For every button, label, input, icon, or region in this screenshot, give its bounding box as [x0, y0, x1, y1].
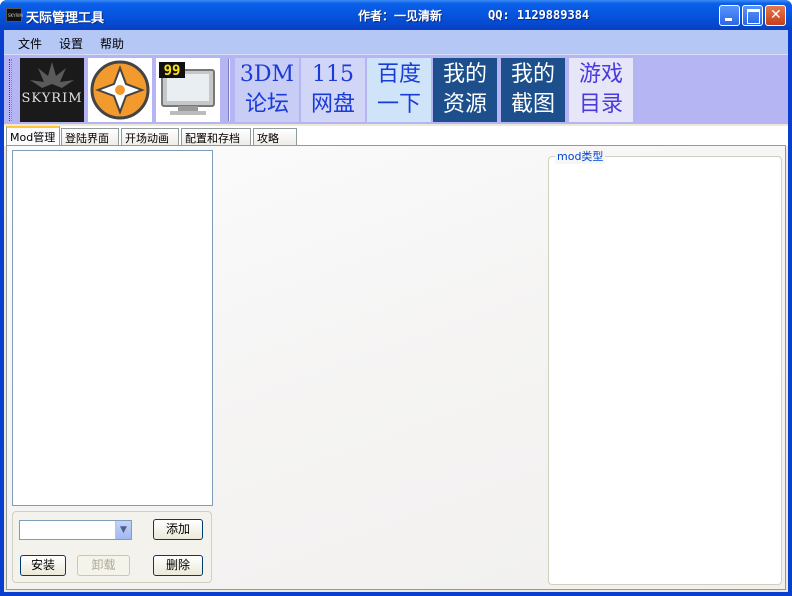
menu-bar: 文件 设置 帮助 [4, 30, 788, 54]
mod-combo[interactable]: ▼ [19, 520, 132, 540]
link-baidu[interactable]: 百度 一下 [367, 58, 431, 122]
mod-actions-group: ▼ 添加 安装 卸载 删除 [12, 511, 212, 583]
mod-list[interactable] [12, 150, 213, 506]
nexus-logo-icon [90, 60, 150, 120]
tab-mod-manage[interactable]: Mod管理 [6, 126, 60, 146]
monitor-badge-text: 99 [164, 63, 181, 79]
link-115-line2: 网盘 [310, 92, 355, 117]
link-3dm-line2: 论坛 [244, 92, 289, 117]
link-resources-line2: 资源 [442, 92, 487, 117]
title-bar[interactable]: SKYRIM 天际管理工具 作者：一见清新 QQ: 1129889384 ✕ [0, 0, 792, 30]
chevron-down-icon[interactable]: ▼ [115, 521, 131, 539]
link-3dm-forum[interactable]: 3DM 论坛 [235, 58, 299, 122]
app-window: SKYRIM 天际管理工具 作者：一见清新 QQ: 1129889384 ✕ 文… [0, 0, 792, 596]
link-3dm-line1: 3DM [239, 62, 295, 87]
close-icon: ✕ [770, 7, 782, 23]
skyrim-logo-text: SKYRIM [21, 91, 82, 106]
maximize-button[interactable] [742, 5, 763, 26]
mod-type-label: mod类型 [555, 148, 606, 164]
client-area: 文件 设置 帮助 SKYRIM 99 3DM 论坛 115 网盘 百度 一下 我… [4, 30, 788, 592]
delete-button[interactable]: 删除 [153, 555, 203, 576]
link-screenshots-line1: 我的 [510, 62, 555, 87]
tab-strip: Mod管理 登陆界面 开场动画 配置和存档 攻略 [4, 126, 788, 146]
skyrim-logo-icon: SKYRIM [20, 58, 84, 122]
toolbar-separator [228, 59, 230, 121]
app-icon: SKYRIM [6, 8, 23, 22]
link-screenshots-line2: 截图 [510, 92, 555, 117]
link-115-line1: 115 [312, 62, 354, 87]
link-baidu-line2: 一下 [376, 92, 421, 117]
mod-type-groupbox [548, 156, 782, 585]
tab-config-saves[interactable]: 配置和存档 [181, 128, 251, 146]
author-label: 作者：一见清新 [358, 9, 443, 23]
link-baidu-line1: 百度 [376, 62, 421, 87]
link-my-resources[interactable]: 我的 资源 [433, 58, 497, 122]
add-button[interactable]: 添加 [153, 519, 203, 540]
uninstall-button[interactable]: 卸载 [77, 555, 130, 576]
menu-help[interactable]: 帮助 [100, 35, 124, 52]
skyrim-button[interactable]: SKYRIM [20, 58, 84, 122]
link-115-netdisk[interactable]: 115 网盘 [301, 58, 365, 122]
monitor-button[interactable]: 99 [156, 58, 220, 122]
link-my-screenshots[interactable]: 我的 截图 [501, 58, 565, 122]
tab-guides[interactable]: 攻略 [253, 128, 297, 146]
link-gamedir-line1: 游戏 [578, 62, 623, 87]
close-button[interactable]: ✕ [765, 5, 786, 26]
tab-login-screen[interactable]: 登陆界面 [61, 128, 119, 146]
app-icon-text: SKYRIM [8, 13, 23, 18]
tab-intro-video[interactable]: 开场动画 [121, 128, 179, 146]
menu-settings[interactable]: 设置 [59, 35, 83, 52]
toolbar-grip[interactable] [9, 59, 12, 121]
link-resources-line1: 我的 [442, 62, 487, 87]
link-game-directory[interactable]: 游戏 目录 [569, 58, 633, 122]
menu-file[interactable]: 文件 [18, 35, 42, 52]
nexus-button[interactable] [88, 58, 152, 122]
window-bottom-border [0, 592, 792, 596]
link-gamedir-line2: 目录 [578, 92, 623, 117]
monitor-icon: 99 [159, 62, 215, 115]
mod-manage-panel: ▼ 添加 安装 卸载 删除 mod类型 [6, 145, 786, 590]
install-button[interactable]: 安装 [20, 555, 66, 576]
qq-label: QQ: 1129889384 [488, 8, 590, 22]
minimize-button[interactable] [719, 5, 740, 26]
window-title: 天际管理工具 [26, 11, 105, 26]
toolbar: SKYRIM 99 3DM 论坛 115 网盘 百度 一下 我的 资源 我的 截… [4, 54, 788, 124]
